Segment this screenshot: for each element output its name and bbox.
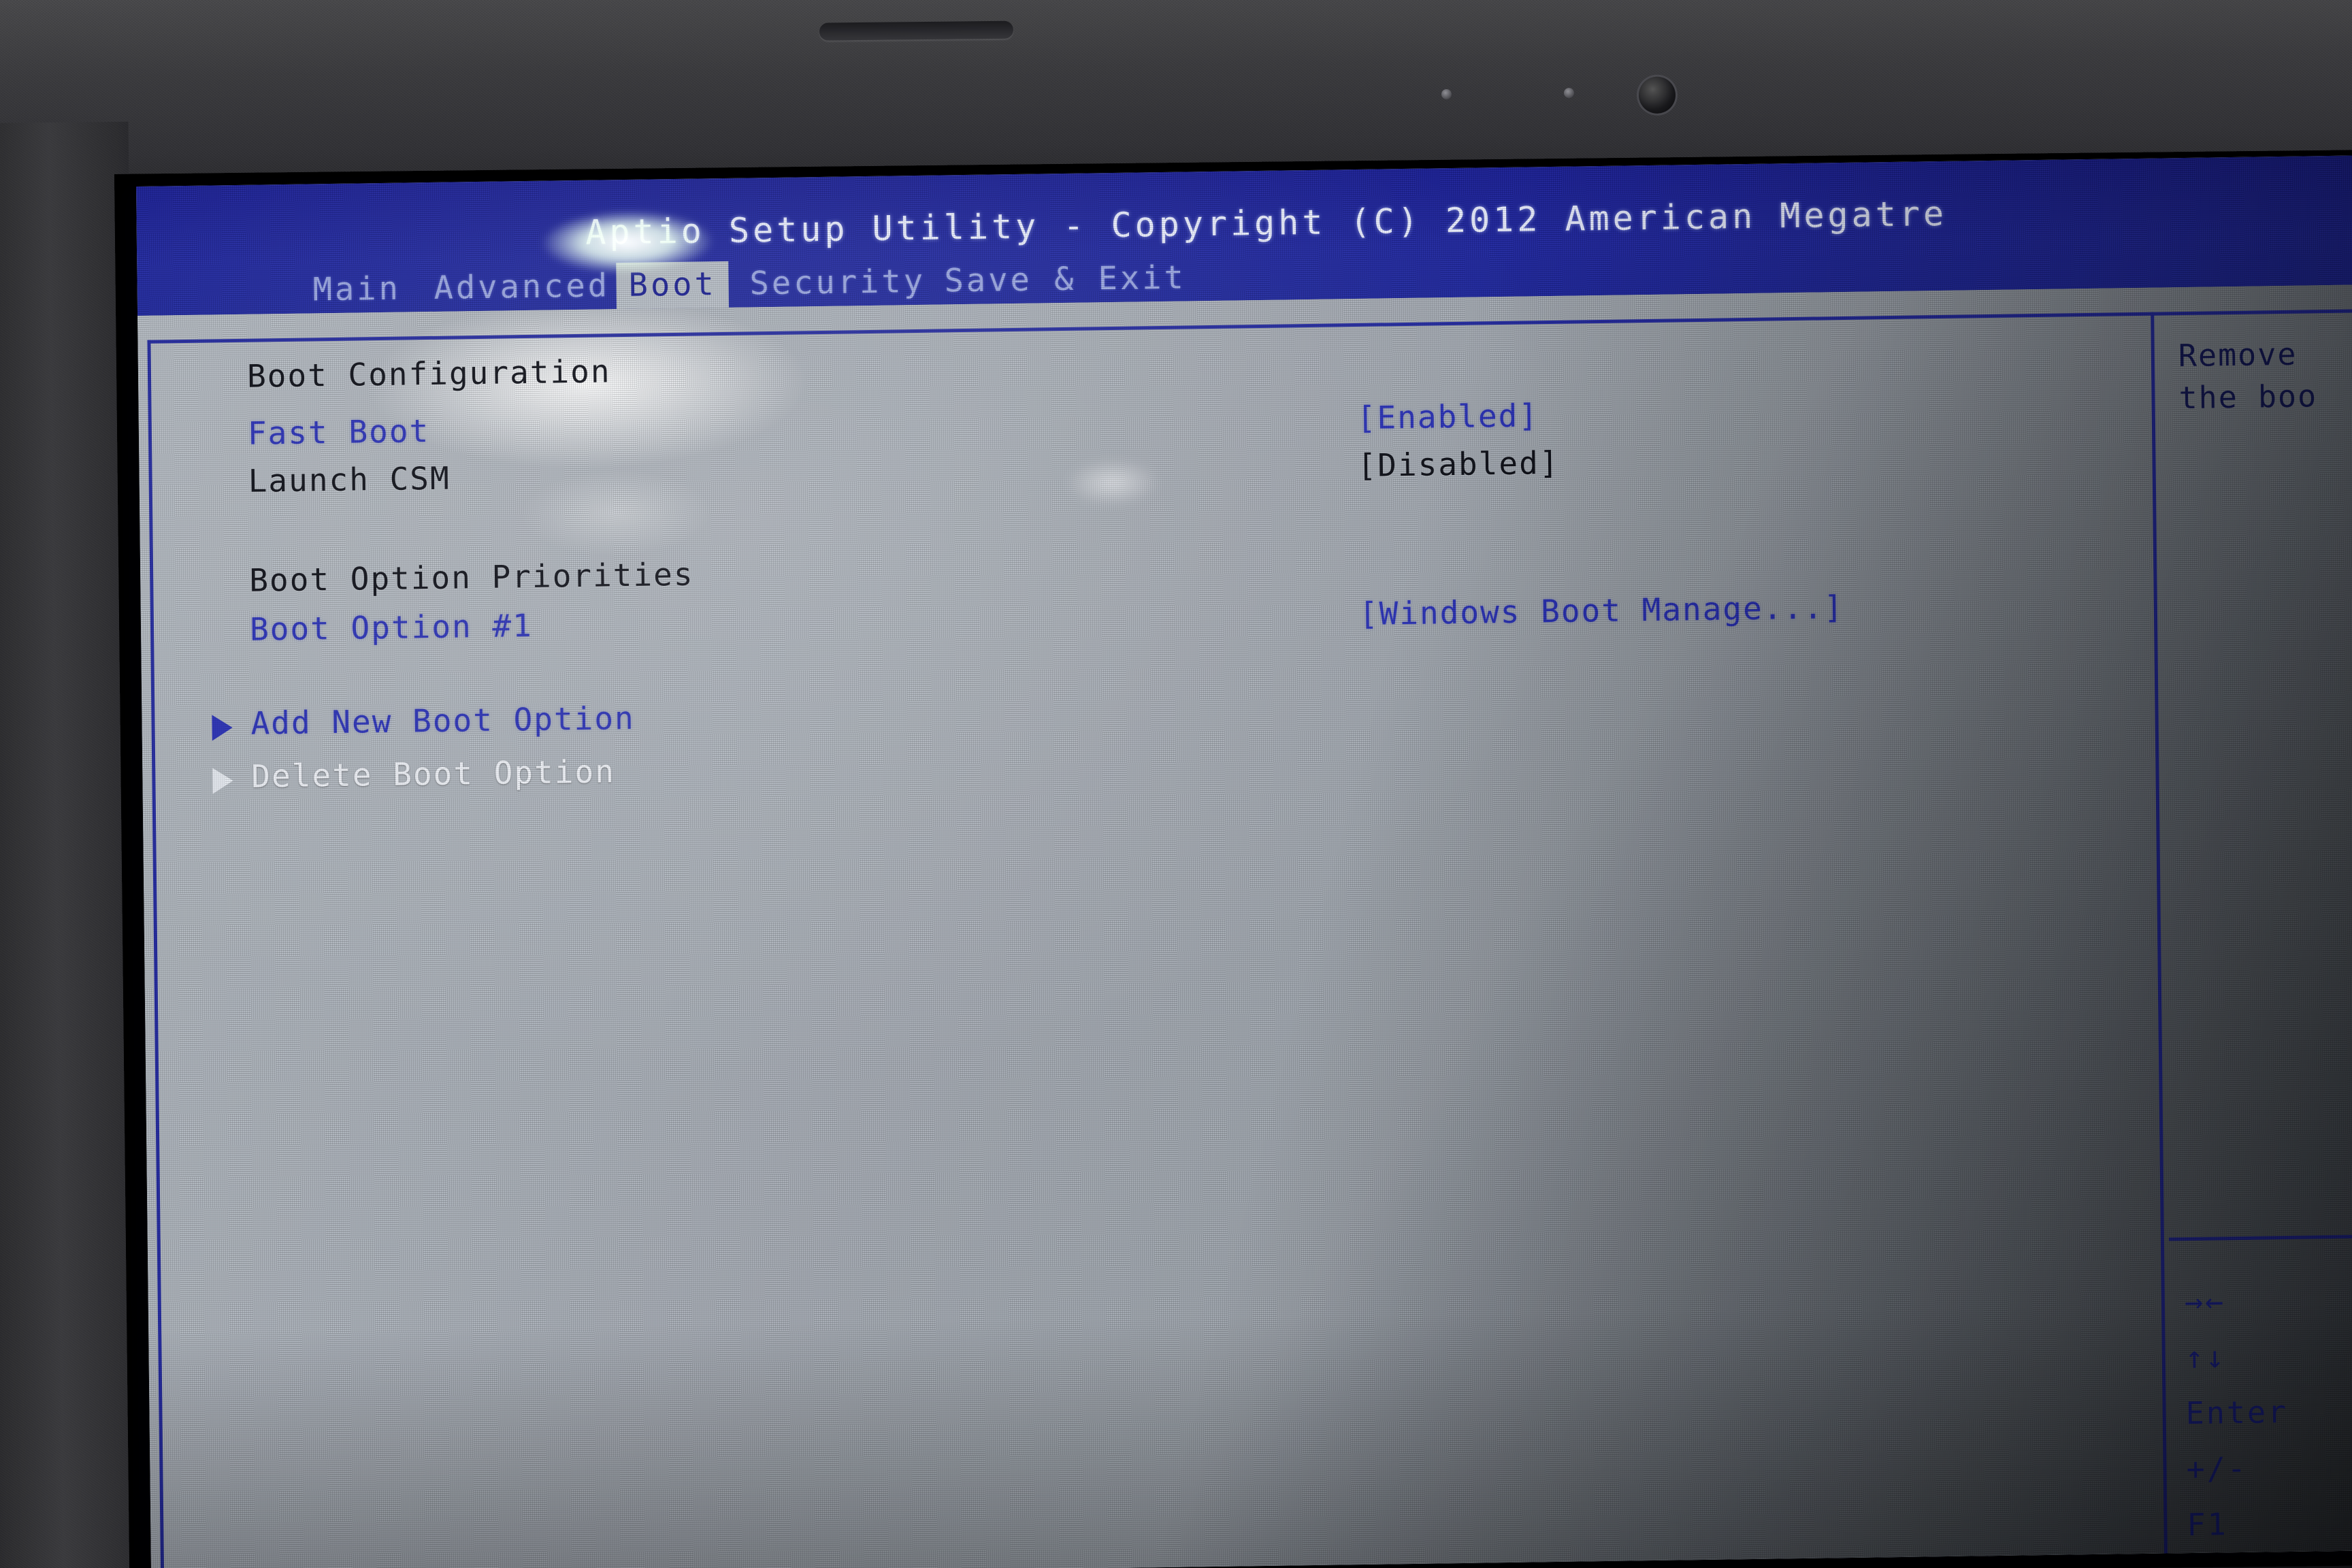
hotkey-key: ↑↓ — [2185, 1339, 2227, 1376]
tab-advanced[interactable]: Advanced — [421, 263, 622, 312]
webcam-lens — [1638, 76, 1676, 114]
tab-save-exit[interactable]: Save & Exit — [932, 255, 1198, 304]
setting-value[interactable]: [Enabled] — [1356, 397, 1539, 436]
setting-label: Fast Boot — [247, 412, 430, 452]
tab-boot[interactable]: Boot — [616, 261, 730, 310]
microphone-hole-right — [1563, 88, 1575, 99]
aptio-setup-utility: Aptio Setup Utility - Copyright (C) 2012… — [136, 154, 2352, 1568]
photo-scene: Aptio Setup Utility - Copyright (C) 2012… — [0, 0, 2352, 1568]
setting-value[interactable]: [Windows Boot Manage...] — [1359, 589, 1844, 632]
hotkey-key: Enter — [2185, 1394, 2289, 1432]
hotkey-key: F1 — [2187, 1506, 2228, 1544]
hotkey-row: ↑↓: — [2185, 1337, 2352, 1391]
help-line-1: Remove — [2178, 336, 2298, 374]
hotkey-row: +/-: — [2186, 1448, 2352, 1503]
setting-value[interactable]: [Disabled] — [1357, 444, 1560, 484]
content-area: Boot Configuration Fast Boot [Enabled] Laun… — [137, 284, 2352, 1568]
hotkey-key: +/- — [2186, 1450, 2249, 1488]
tab-main[interactable]: Main — [300, 265, 413, 313]
bios-screen: Aptio Setup Utility - Copyright (C) 2012… — [136, 154, 2352, 1568]
tab-security[interactable]: Security — [737, 259, 938, 308]
hotkey-key: →← — [2184, 1283, 2226, 1320]
setting-label: Boot Option #1 — [249, 606, 534, 648]
hotkey-row: F1:G — [2187, 1504, 2352, 1558]
submenu-arrow-icon — [212, 715, 233, 741]
setting-label: Delete Boot Option — [251, 753, 616, 795]
microphone-hole-left — [1441, 88, 1452, 100]
help-line-2: the boo — [2178, 378, 2318, 416]
setting-label: Launch CSM — [248, 459, 451, 500]
hotkey-row: →←: — [2185, 1281, 2352, 1335]
lid-latch — [819, 20, 1014, 41]
submenu-arrow-icon — [212, 768, 233, 794]
setting-label: Boot Configuration — [246, 353, 611, 395]
setting-label: Add New Boot Option — [250, 699, 635, 742]
help-panel: Remove the boo — [2178, 330, 2352, 419]
hotkey-row: Enter:S — [2185, 1392, 2352, 1447]
setting-label: Boot Option Priorities — [248, 555, 694, 599]
